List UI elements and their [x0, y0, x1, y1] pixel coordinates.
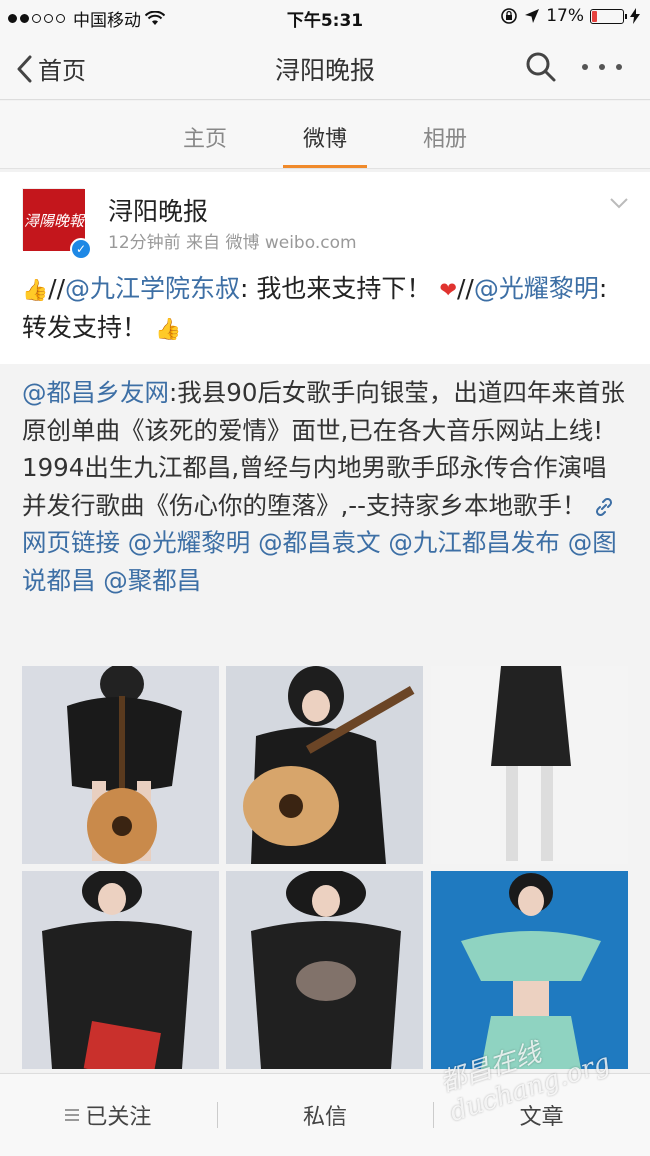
profile-tabs: 主页 微博 相册 — [0, 101, 650, 169]
mention-link[interactable]: @九江都昌发布 — [388, 528, 560, 557]
photo-grid — [22, 666, 628, 1086]
follow-label: 已关注 — [85, 1105, 152, 1130]
mention-link[interactable]: @都昌乡友网 — [22, 378, 169, 407]
menu-icon — [65, 1109, 80, 1121]
rotation-lock-icon — [501, 8, 518, 24]
search-icon[interactable] — [524, 50, 558, 84]
mention-link[interactable]: @九江学院东叔 — [65, 274, 240, 303]
thumbs-up-icon: 👍 — [22, 278, 49, 302]
battery-icon — [590, 8, 627, 24]
weibo-post: 潯陽晚報 ✓ 浔阳晚报 12分钟前 来自 微博 weibo.com 👍//@九江… — [0, 172, 650, 1072]
photo-thumbnail[interactable] — [22, 666, 219, 864]
web-link-label: 网页链接 — [22, 528, 120, 557]
charging-bolt-icon — [630, 8, 640, 24]
repost-text: 👍//@九江学院东叔: 我也来支持下！ ❤//@光耀黎明:转发支持！ 👍 — [22, 270, 622, 348]
heart-icon: ❤ — [439, 278, 457, 302]
mention-link[interactable]: @光耀黎明 — [128, 528, 251, 557]
more-options-icon[interactable] — [582, 50, 622, 84]
status-right: 17% — [500, 6, 640, 26]
verified-badge-icon: ✓ — [70, 238, 92, 260]
quoted-text: @都昌乡友网:我县90后女歌手向银莹，出道四年来首张原创单曲《该死的爱情》面世,… — [22, 374, 627, 599]
mention-link[interactable]: @都昌袁文 — [258, 528, 381, 557]
location-arrow-icon — [525, 9, 540, 23]
mention-link[interactable]: @光耀黎明 — [474, 274, 599, 303]
photo-thumbnail[interactable] — [22, 871, 219, 1069]
repost-prefix-2: // — [456, 274, 474, 303]
tab-album[interactable]: 相册 — [385, 101, 505, 168]
message-label: 私信 — [303, 1105, 348, 1130]
photo-thumbnail[interactable] — [226, 871, 423, 1069]
mention-link[interactable]: @聚都昌 — [103, 566, 201, 595]
tab-weibo[interactable]: 微博 — [265, 101, 385, 168]
chevron-down-icon[interactable] — [608, 192, 630, 214]
battery-percent: 17% — [546, 6, 584, 26]
link-icon — [596, 497, 613, 516]
thumbs-up-icon: 👍 — [154, 317, 182, 341]
author-name[interactable]: 浔阳晚报 — [108, 192, 208, 228]
repost-comment-1: : 我也来支持下！ — [240, 274, 432, 303]
repost-prefix-1: // — [48, 274, 66, 303]
avatar-logo-text: 潯陽晚報 — [23, 211, 84, 230]
status-bar: 中国移动 下午5:31 17% — [0, 0, 650, 34]
nav-bar: 首页 浔阳晚报 — [0, 34, 650, 100]
photo-thumbnail[interactable] — [226, 666, 423, 864]
follow-button[interactable]: 已关注 — [0, 1074, 217, 1156]
post-meta: 12分钟前 来自 微博 weibo.com — [108, 233, 357, 253]
photo-thumbnail[interactable] — [431, 666, 628, 864]
quoted-post[interactable]: @都昌乡友网:我县90后女歌手向银莹，出道四年来首张原创单曲《该死的爱情》面世,… — [0, 364, 650, 1072]
tab-home[interactable]: 主页 — [145, 101, 265, 168]
message-button[interactable]: 私信 — [216, 1074, 434, 1156]
